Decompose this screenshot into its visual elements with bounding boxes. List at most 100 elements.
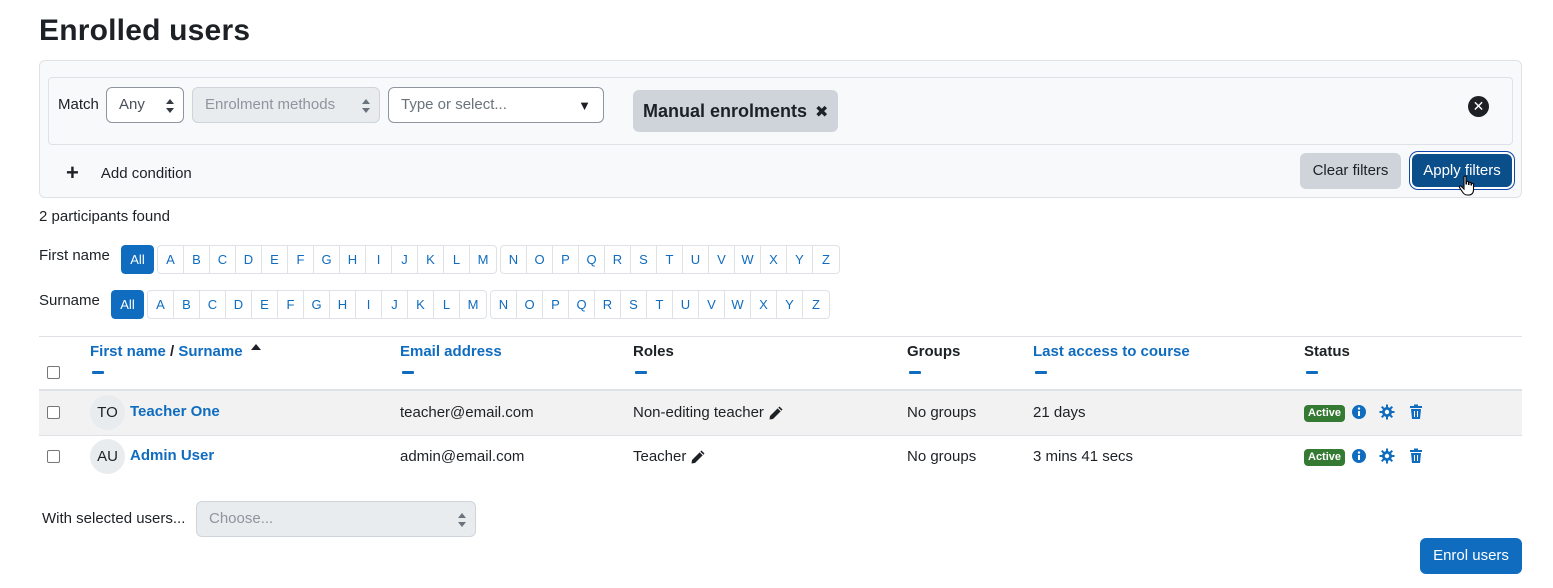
user-email: teacher@email.com	[400, 404, 534, 421]
surname-initial-u[interactable]: U	[673, 291, 699, 318]
selected-filter-chip[interactable]: Manual enrolments ✖	[633, 90, 839, 132]
first-name-initial-w[interactable]: W	[735, 246, 761, 273]
edit-pencil-icon[interactable]	[768, 405, 784, 421]
select-all-checkbox[interactable]	[47, 366, 60, 379]
surname-initial-g[interactable]: G	[304, 291, 330, 318]
surname-initial-z[interactable]: Z	[803, 291, 829, 318]
surname-initial-y[interactable]: Y	[777, 291, 803, 318]
first-name-initial-j[interactable]: J	[392, 246, 418, 273]
bulk-action-label: With selected users...	[42, 510, 186, 527]
first-name-initial-f[interactable]: F	[288, 246, 314, 273]
first-name-initial-g[interactable]: G	[314, 246, 340, 273]
collapse-email-column-icon[interactable]	[402, 371, 414, 374]
filter-type-select[interactable]: Enrolment methods	[192, 87, 380, 123]
sort-last-access-link[interactable]: Last access to course	[1033, 343, 1190, 360]
clear-filters-button[interactable]: Clear filters	[1300, 153, 1401, 189]
header-roles: Roles	[633, 343, 674, 360]
first-name-initial-m[interactable]: M	[470, 246, 496, 273]
surname-initial-v[interactable]: V	[699, 291, 725, 318]
collapse-groups-column-icon[interactable]	[909, 371, 921, 374]
surname-initial-m[interactable]: M	[460, 291, 486, 318]
user-role: Teacher	[633, 448, 687, 465]
row-checkbox[interactable]	[47, 406, 60, 419]
surname-initial-e[interactable]: E	[252, 291, 278, 318]
plus-icon: +	[66, 160, 79, 185]
first-name-initial-i[interactable]: I	[366, 246, 392, 273]
surname-initial-r[interactable]: R	[595, 291, 621, 318]
filter-panel: Match Any Enrolment methods Type or sele…	[39, 60, 1522, 198]
surname-initial-c[interactable]: C	[200, 291, 226, 318]
filter-value-placeholder: Type or select...	[401, 96, 507, 113]
surname-initial-d[interactable]: D	[226, 291, 252, 318]
remove-filter-row-icon[interactable]: ✕	[1468, 96, 1489, 117]
surname-initial-t[interactable]: T	[647, 291, 673, 318]
first-name-initial-c[interactable]: C	[210, 246, 236, 273]
user-last-access: 3 mins 41 secs	[1033, 448, 1134, 465]
surname-initial-all[interactable]: All	[111, 290, 144, 319]
surname-initial-l[interactable]: L	[434, 291, 460, 318]
user-name-link[interactable]: Teacher One	[130, 403, 220, 420]
trash-icon[interactable]	[1408, 448, 1424, 464]
match-label: Match	[58, 96, 99, 113]
first-name-initial-b[interactable]: B	[184, 246, 210, 273]
surname-initial-f[interactable]: F	[278, 291, 304, 318]
avatar: TO	[90, 395, 125, 430]
first-name-initial-h[interactable]: H	[340, 246, 366, 273]
first-name-initial-s[interactable]: S	[631, 246, 657, 273]
first-name-initial-u[interactable]: U	[683, 246, 709, 273]
bulk-action-select[interactable]: Choose...	[196, 501, 476, 537]
sort-surname-link[interactable]: Surname	[178, 343, 242, 360]
first-name-initial-x[interactable]: X	[761, 246, 787, 273]
first-name-initial-e[interactable]: E	[262, 246, 288, 273]
sort-email-link[interactable]: Email address	[400, 343, 502, 360]
filter-type-value: Enrolment methods	[205, 96, 336, 113]
surname-initial-j[interactable]: J	[382, 291, 408, 318]
collapse-status-column-icon[interactable]	[1306, 371, 1318, 374]
first-name-initial-y[interactable]: Y	[787, 246, 813, 273]
first-name-initial-v[interactable]: V	[709, 246, 735, 273]
remove-chip-icon[interactable]: ✖	[815, 104, 828, 121]
surname-initial-a[interactable]: A	[148, 291, 174, 318]
surname-initial-q[interactable]: Q	[569, 291, 595, 318]
gear-icon[interactable]	[1379, 448, 1395, 464]
first-name-initial-n[interactable]: N	[501, 246, 527, 273]
surname-initial-x[interactable]: X	[751, 291, 777, 318]
surname-initial-i[interactable]: I	[356, 291, 382, 318]
surname-initial-p[interactable]: P	[543, 291, 569, 318]
sort-first-name-link[interactable]: First name	[90, 343, 166, 360]
first-name-initial-o[interactable]: O	[527, 246, 553, 273]
surname-initial-b[interactable]: B	[174, 291, 200, 318]
info-icon[interactable]	[1351, 448, 1367, 464]
add-condition-button[interactable]: + Add condition	[66, 160, 192, 186]
collapse-roles-column-icon[interactable]	[635, 371, 647, 374]
first-name-initial-a[interactable]: A	[158, 246, 184, 273]
gear-icon[interactable]	[1379, 404, 1395, 420]
match-select-value: Any	[119, 96, 145, 113]
surname-initial-s[interactable]: S	[621, 291, 647, 318]
first-name-initial-z[interactable]: Z	[813, 246, 839, 273]
first-name-initial-t[interactable]: T	[657, 246, 683, 273]
info-icon[interactable]	[1351, 404, 1367, 420]
surname-initial-h[interactable]: H	[330, 291, 356, 318]
trash-icon[interactable]	[1408, 404, 1424, 420]
surname-initial-w[interactable]: W	[725, 291, 751, 318]
filter-value-input[interactable]: Type or select... ▼	[388, 87, 604, 123]
bulk-action-placeholder: Choose...	[209, 510, 274, 527]
enrol-users-button[interactable]: Enrol users	[1420, 538, 1522, 574]
first-name-initial-l[interactable]: L	[444, 246, 470, 273]
row-checkbox[interactable]	[47, 450, 60, 463]
first-name-initial-p[interactable]: P	[553, 246, 579, 273]
edit-pencil-icon[interactable]	[690, 449, 706, 465]
match-select[interactable]: Any	[106, 87, 184, 123]
collapse-name-column-icon[interactable]	[92, 371, 104, 374]
user-name-link[interactable]: Admin User	[130, 447, 214, 464]
first-name-initial-d[interactable]: D	[236, 246, 262, 273]
first-name-initial-q[interactable]: Q	[579, 246, 605, 273]
first-name-initial-r[interactable]: R	[605, 246, 631, 273]
first-name-initial-k[interactable]: K	[418, 246, 444, 273]
surname-initial-n[interactable]: N	[491, 291, 517, 318]
collapse-last-access-column-icon[interactable]	[1035, 371, 1047, 374]
surname-initial-k[interactable]: K	[408, 291, 434, 318]
first-name-initial-all[interactable]: All	[121, 245, 154, 274]
surname-initial-o[interactable]: O	[517, 291, 543, 318]
